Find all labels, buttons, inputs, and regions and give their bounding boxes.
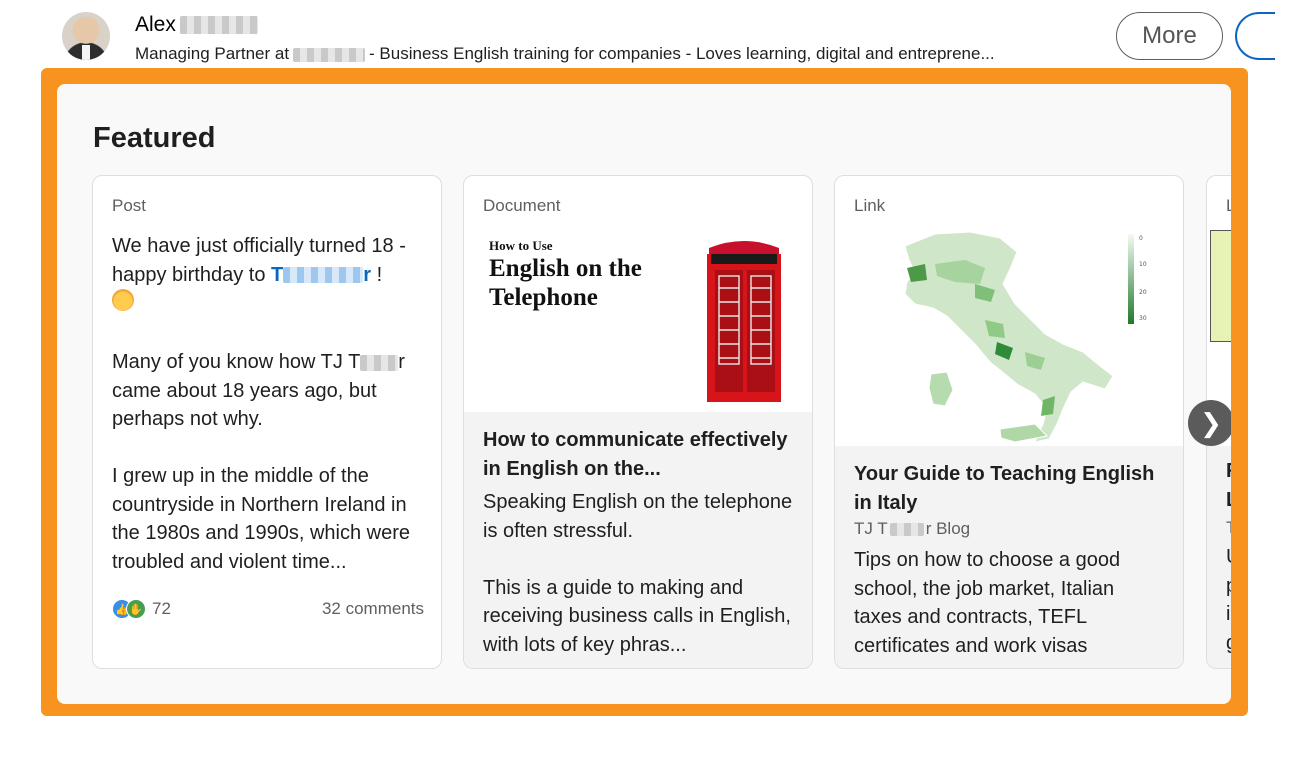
italy-map-thumbnail: 0 10 20 30 [835,224,1183,446]
red-phone-box-icon [707,241,781,402]
link-description: Tips on how to choose a good school, the… [854,549,1121,657]
link-title[interactable]: Your Guide to Teaching English in Italy [854,460,1164,518]
party-face-emoji-icon [112,289,134,311]
redacted-company [293,47,366,62]
more-button[interactable]: More [1116,12,1223,60]
redacted-mention [283,267,364,284]
profile-avatar[interactable] [62,12,110,60]
post-line: Many of you know how TJ [112,351,343,373]
document-description: Speaking English on the telephone is oft… [483,488,793,659]
redacted-word [360,354,399,371]
profile-name-text: Alex [135,13,176,36]
card-type-label: L [1226,196,1231,216]
post-social-counts: 👍 ✋ 72 32 comments [112,596,424,622]
map-scale-label: 0 [1139,235,1143,242]
profile-headline: Managing Partner at - Business English tr… [135,44,995,64]
post-line: I grew up in the middle of the countrysi… [112,465,410,573]
italy-map-image: 0 10 20 30 [904,231,1147,443]
post-line: T [348,351,361,373]
support-reaction-icon: ✋ [126,599,146,619]
profile-name[interactable]: Alex [135,13,258,37]
partial-text: i [1226,603,1231,625]
redacted-surname [179,16,258,35]
thumbnail-kicker: How to Use [489,238,553,253]
partial-text: p [1226,575,1231,598]
thumbnail-title: English on the Telephone [489,255,642,311]
description-para: Speaking English on the telephone is oft… [483,491,793,542]
partial-text: U [1226,546,1231,569]
post-exclamation: ! [376,263,383,286]
post-body: We have just officially turned 18 - happ… [112,232,430,605]
headline-prefix: Managing Partner at [135,44,290,63]
partial-action-button[interactable] [1235,12,1275,60]
headline-suffix: - Business English training for companie… [369,44,995,63]
partial-card-thumbnail [1210,230,1231,342]
profile-header: Alex Managing Partner at - Business Engli… [0,0,1290,68]
featured-card-document[interactable]: Document How to Use English on the Telep… [463,175,813,669]
featured-section: Featured Post We have just officially tu… [57,84,1231,704]
carousel-next-button[interactable]: ❯ [1188,400,1231,446]
partial-text: F [1226,460,1231,483]
partial-text: L [1226,489,1231,512]
link-info: Your Guide to Teaching English in Italy … [835,446,1183,668]
featured-card-post[interactable]: Post We have just officially turned 18 -… [92,175,442,669]
map-scale-label: 20 [1139,289,1147,296]
document-thumbnail: How to Use English on the Telephone [464,224,812,412]
description-para: This is a guide to making and receiving … [483,576,791,656]
map-scale-label: 30 [1139,315,1147,322]
document-title[interactable]: How to communicate effectively in Englis… [483,426,793,484]
reaction-count[interactable]: 72 [152,599,171,619]
featured-card-link[interactable]: Link 0 10 20 30 Your Guide to Teaching E… [834,175,1184,669]
card-type-label: Document [483,196,561,215]
card-type-label: Post [112,196,147,215]
post-line: We have just officially turned 18 [112,235,394,257]
map-scale-label: 10 [1139,261,1147,268]
comments-count[interactable]: 32 comments [322,599,424,619]
company-mention-link[interactable]: Tr [271,264,371,286]
redacted-word [889,523,924,537]
document-info: How to communicate effectively in Englis… [464,412,812,668]
card-type-label: Link [854,196,886,215]
partial-card-info: F L T U p i g [1207,446,1231,668]
partial-text: T [1226,518,1231,538]
featured-title: Featured [93,122,216,154]
partial-text: g [1226,632,1231,655]
link-source: TJ Tr Blog [854,519,971,538]
